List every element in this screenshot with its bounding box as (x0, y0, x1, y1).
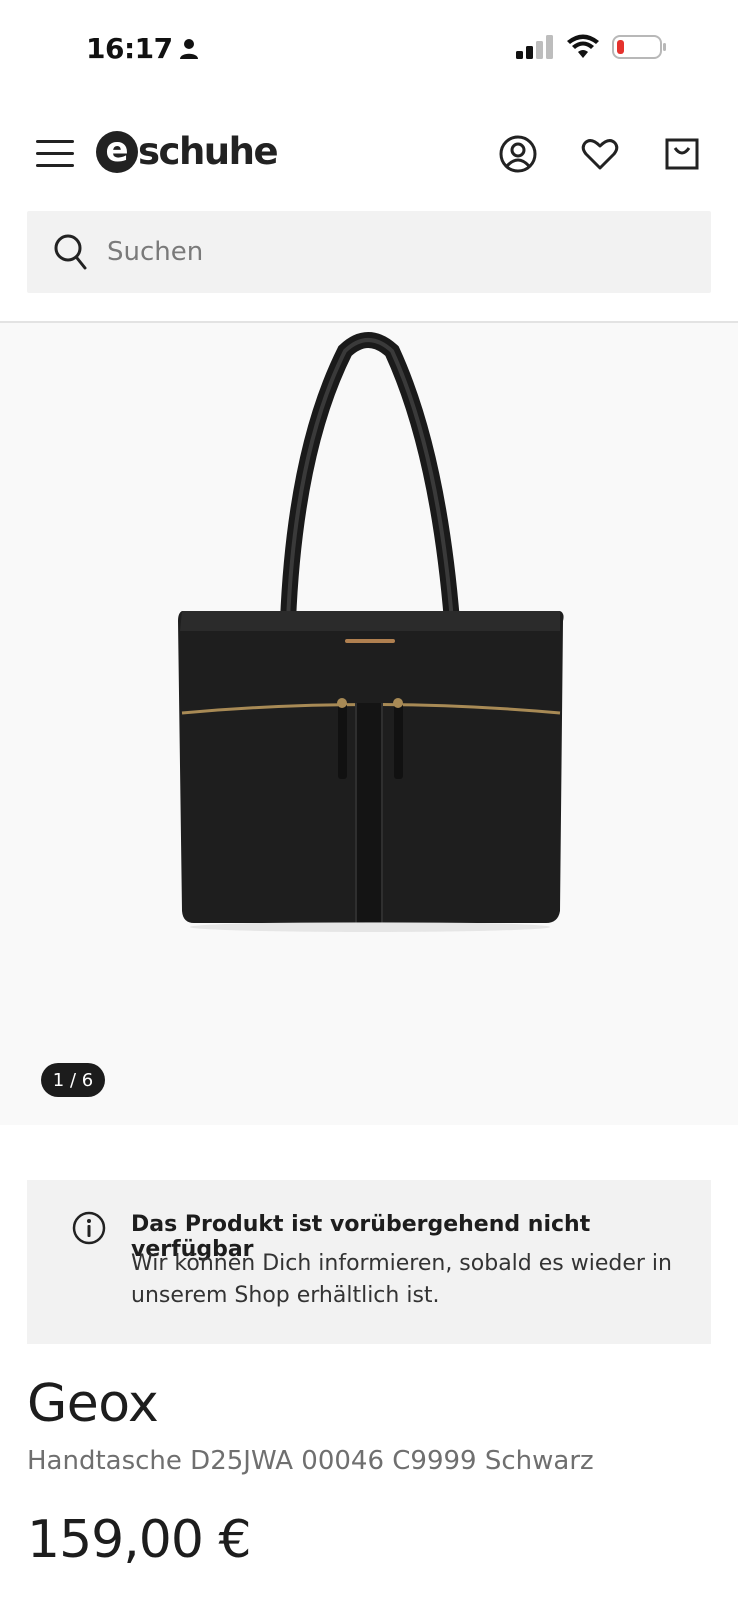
cellular-signal-icon (516, 35, 553, 59)
account-icon[interactable] (498, 134, 538, 174)
product-gallery[interactable]: 1 / 6 (0, 323, 738, 1125)
product-price: 159,00 € (27, 1510, 252, 1570)
cart-icon[interactable] (662, 134, 702, 174)
search-icon (54, 234, 87, 270)
clock-text: 16:17 (86, 32, 173, 65)
logo-text: schuhe (138, 130, 279, 173)
site-header: e schuhe (0, 120, 738, 192)
heart-icon[interactable] (580, 134, 620, 174)
person-icon (179, 38, 198, 59)
image-counter: 1 / 6 (41, 1063, 105, 1097)
product-brand[interactable]: Geox (27, 1374, 159, 1434)
site-logo[interactable]: e schuhe (96, 130, 279, 173)
availability-notice: Das Produkt ist vorübergehend nicht verf… (27, 1180, 711, 1344)
battery-icon (612, 35, 666, 59)
menu-icon[interactable] (36, 140, 74, 170)
search-input[interactable] (107, 237, 667, 267)
product-image[interactable] (170, 331, 570, 941)
status-bar: 16:17 (0, 0, 738, 100)
logo-mark: e (96, 130, 138, 173)
search-bar[interactable] (27, 211, 711, 293)
info-icon (72, 1211, 106, 1245)
product-name: Handtasche D25JWA 00046 C9999 Schwarz (27, 1446, 594, 1476)
availability-text: Wir können Dich informieren, sobald es w… (131, 1251, 672, 1308)
status-time: 16:17 (86, 32, 199, 65)
status-icons (516, 34, 668, 60)
wifi-icon (567, 34, 599, 58)
